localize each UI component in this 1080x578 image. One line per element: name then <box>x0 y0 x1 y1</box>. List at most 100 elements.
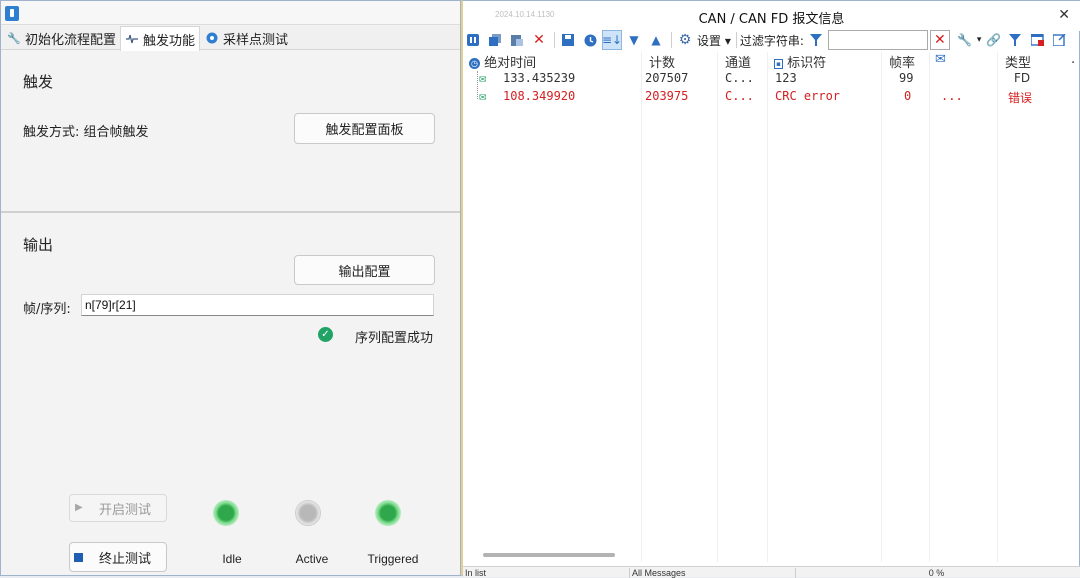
filter-icon[interactable] <box>1005 30 1025 50</box>
triggered-indicator <box>375 500 401 526</box>
col-label: 标识符 <box>787 56 827 71</box>
tab-trigger[interactable]: 触发功能 <box>120 26 200 51</box>
idle-label: Idle <box>222 552 242 566</box>
column-divider <box>997 52 998 562</box>
window-title: CAN / CAN FD 报文信息 <box>698 12 845 27</box>
envelope-icon: ✉ <box>479 89 487 103</box>
toolbar-separator <box>735 32 737 48</box>
close-icon[interactable]: ✕ <box>1058 7 1070 23</box>
tools-icon[interactable]: 🔧 <box>955 30 975 50</box>
stop-test-label: 终止测试 <box>98 551 151 567</box>
pause-icon[interactable] <box>463 30 483 50</box>
scroll-down-icon[interactable]: ▼ <box>624 30 644 50</box>
cell-id: CRC error <box>775 89 841 103</box>
stop-test-button[interactable]: 终止测试 <box>69 542 167 572</box>
output-config-button[interactable]: 输出配置 <box>294 255 435 285</box>
sort-icon[interactable]: ≡↓ <box>602 30 622 50</box>
message-titlebar: 2024.10.14.1130 CAN / CAN FD 报文信息 ✕ <box>463 1 1080 31</box>
clock-icon: ◷ <box>469 58 480 69</box>
clear-icon[interactable]: ✕ <box>529 30 549 50</box>
trigger-config-panel-button[interactable]: 触发配置面板 <box>294 113 435 144</box>
cell-rate: 99 <box>899 71 914 85</box>
app-root: 🔧 初始化流程配置 触发功能 采样点测试 触发 触发方式: 组合帧触发 触发配置… <box>0 0 1080 578</box>
cell-data: ... <box>941 89 963 103</box>
col-header-rate[interactable]: 帧率 <box>889 52 915 71</box>
sample-icon <box>205 31 219 45</box>
cell-channel: C... <box>725 89 754 103</box>
status-all-messages: All Messages <box>629 568 686 578</box>
section-divider <box>1 211 460 213</box>
window-icon[interactable] <box>1027 30 1047 50</box>
play-icon: ▶ <box>75 502 83 513</box>
col-header-id[interactable]: ▪ 标识符 <box>774 52 827 71</box>
horizontal-scrollbar[interactable] <box>483 553 615 557</box>
filter-label: 过滤字符串: <box>739 33 804 48</box>
message-toolbar: ✕ ≡↓ ▼ ▲ ⚙ 设置 ▾ 过滤字符串: ✕ 🔧 ▾ 🔗 <box>463 29 1080 51</box>
envelope-icon: ✉ <box>479 71 487 85</box>
idle-indicator <box>213 500 239 526</box>
cell-count: 203975 <box>645 89 689 103</box>
start-test-button[interactable]: ▶ 开启测试 <box>69 494 167 522</box>
col-header-data[interactable]: ✉ <box>935 52 946 70</box>
app-icon <box>5 6 19 21</box>
col-header-channel[interactable]: 通道 <box>725 52 751 71</box>
copy-icon[interactable] <box>485 30 505 50</box>
trigger-panel: 🔧 初始化流程配置 触发功能 采样点测试 触发 触发方式: 组合帧触发 触发配置… <box>0 0 461 576</box>
seq-label: 帧/序列: <box>23 302 71 317</box>
seq-input[interactable]: n[79]r[21] <box>81 294 434 316</box>
left-titlebar <box>1 1 460 25</box>
cell-id: 123 <box>775 71 797 85</box>
column-divider <box>717 52 718 562</box>
clock-icon[interactable] <box>580 30 600 50</box>
status-bar: In list All Messages 0 % <box>463 566 1080 578</box>
active-indicator <box>295 500 321 526</box>
cell-type: 错误 <box>1008 91 1033 105</box>
envelope-icon: ✉ <box>935 52 946 67</box>
save-icon[interactable] <box>558 30 578 50</box>
paste-icon[interactable] <box>507 30 527 50</box>
column-divider <box>767 52 768 562</box>
output-section-title: 输出 <box>23 236 54 254</box>
table-row[interactable]: ✉ 108.349920 203975 C... CRC error 0 ...… <box>463 89 1080 107</box>
status-progress: 0 % <box>795 568 1077 578</box>
id-icon: ▪ <box>774 59 783 69</box>
tab-label: 初始化流程配置 <box>25 32 117 48</box>
active-label: Active <box>295 552 329 566</box>
toolbar-separator <box>671 32 672 48</box>
start-test-label: 开启测试 <box>98 502 151 518</box>
toolbar-separator <box>554 32 555 48</box>
cell-rate: 0 <box>904 89 912 103</box>
column-divider <box>881 52 882 562</box>
trigger-mode-label: 触发方式: 组合帧触发 <box>23 125 149 140</box>
message-panel: 2024.10.14.1130 CAN / CAN FD 报文信息 ✕ ✕ ≡↓… <box>461 0 1080 578</box>
trigger-section-title: 触发 <box>23 73 54 91</box>
settings-menu[interactable]: 设置 ▾ <box>697 32 731 49</box>
tab-label: 触发功能 <box>143 33 196 49</box>
check-circle-icon: ✓ <box>318 327 333 342</box>
export-icon[interactable] <box>1049 30 1069 50</box>
col-label: 绝对时间 <box>484 56 537 71</box>
tab-sample-point[interactable]: 采样点测试 <box>201 26 301 50</box>
column-divider <box>641 52 642 562</box>
cell-count: 207507 <box>645 71 689 85</box>
seq-status-text: 序列配置成功 <box>355 331 434 346</box>
filter-clear-icon[interactable]: ✕ <box>929 30 950 50</box>
table-row[interactable]: ✉ 133.435239 207507 C... 123 99 FD <box>463 71 1080 89</box>
triggered-label: Triggered <box>367 552 419 566</box>
col-header-count[interactable]: 计数 <box>649 52 675 71</box>
wrench-icon: 🔧 <box>7 31 21 45</box>
filter-input[interactable] <box>827 30 928 50</box>
col-header-type[interactable]: 类型 <box>1005 52 1031 71</box>
tools-dropdown-icon[interactable]: ▾ <box>977 35 982 45</box>
scroll-up-icon[interactable]: ▲ <box>646 30 666 50</box>
tab-bar: 🔧 初始化流程配置 触发功能 采样点测试 <box>1 26 460 51</box>
gear-icon[interactable]: ⚙ <box>675 30 695 50</box>
column-divider <box>929 52 930 562</box>
tab-init-flow[interactable]: 🔧 初始化流程配置 <box>3 26 119 50</box>
funnel-icon[interactable] <box>806 30 826 50</box>
cell-time: 133.435239 <box>503 71 576 85</box>
col-header-time[interactable]: ◷ 绝对时间 <box>469 52 629 71</box>
col-header-more[interactable]: . <box>1071 52 1075 70</box>
cell-type: FD <box>1014 71 1031 85</box>
link-icon[interactable]: 🔗 <box>983 30 1003 50</box>
